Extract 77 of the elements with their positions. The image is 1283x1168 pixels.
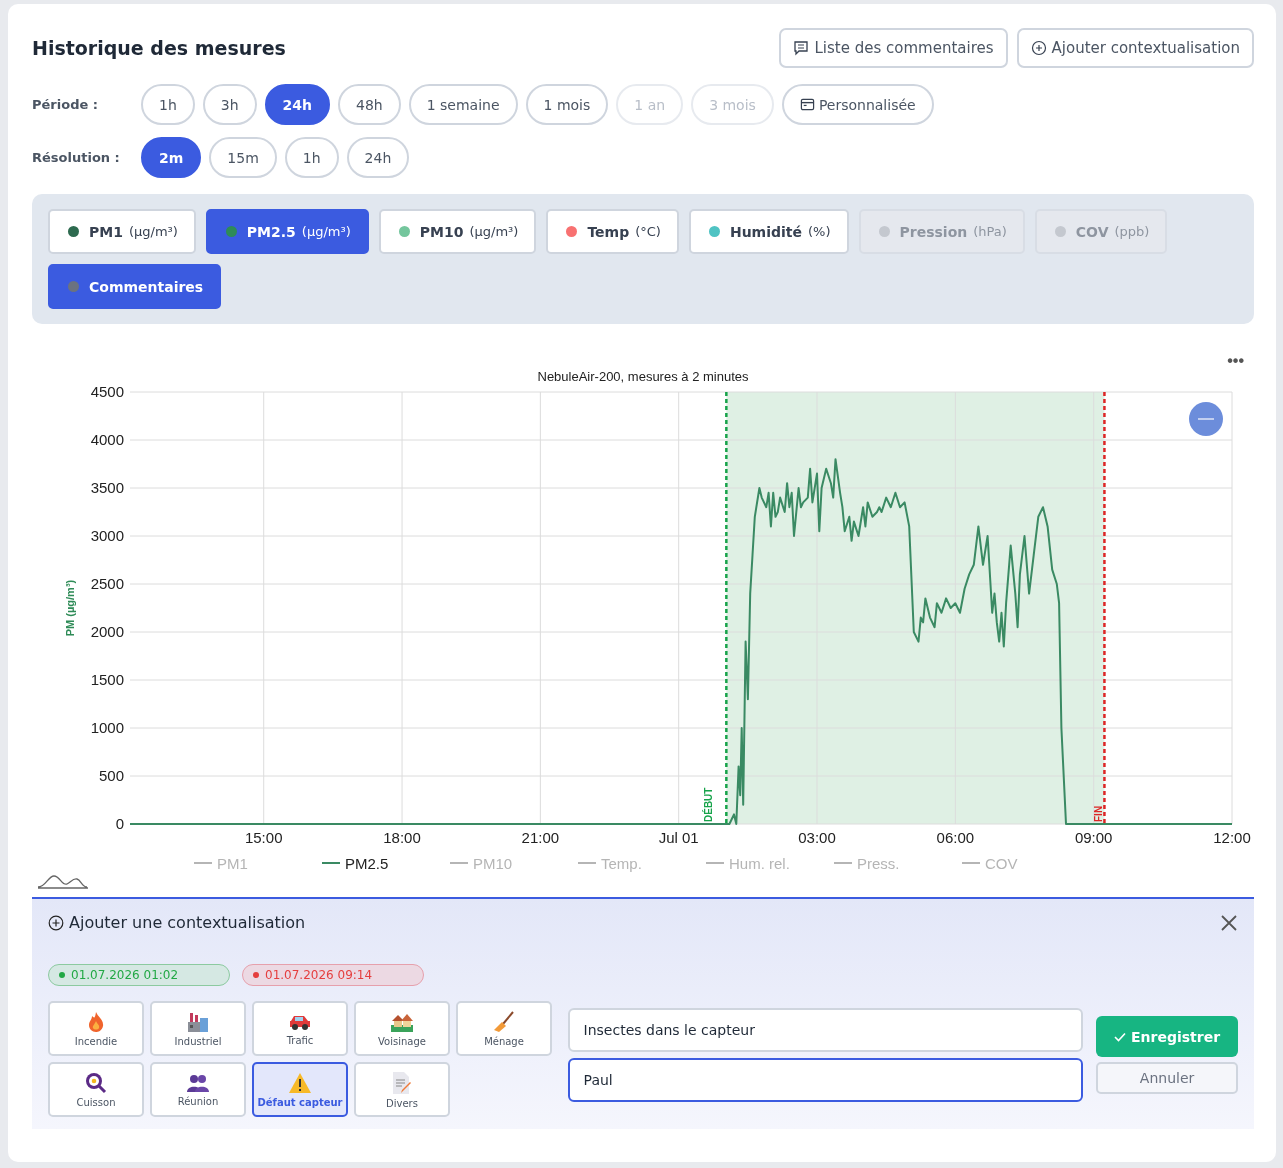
y-tick-label: 4000	[90, 431, 124, 448]
period-label: Période :	[32, 97, 99, 112]
warning-icon	[288, 1071, 312, 1094]
category-button[interactable]: Industriel	[150, 1001, 246, 1056]
frying-pan-icon	[85, 1071, 107, 1094]
chart-type-icon[interactable]	[37, 875, 89, 889]
category-button[interactable]: Réunion	[150, 1062, 246, 1117]
period-option[interactable]: 1h	[141, 84, 195, 125]
category-button[interactable]: Cuisson	[48, 1062, 144, 1117]
x-tick-label: 12:00	[1213, 829, 1251, 846]
period-option[interactable]: 3h	[202, 84, 257, 125]
resolution-option[interactable]: 15m	[209, 137, 277, 178]
period-option[interactable]: 1 semaine	[408, 84, 518, 125]
page-title: Historique des mesures	[32, 37, 286, 59]
category-button[interactable]: Voisinage	[354, 1001, 450, 1056]
factory-icon	[187, 1010, 209, 1033]
resolution-option[interactable]: 24h	[346, 137, 410, 178]
parameter-toggle[interactable]: PM2.5 (µg/m³)	[205, 209, 369, 254]
category-button[interactable]: Défaut capteur	[252, 1062, 348, 1117]
category-button[interactable]: Incendie	[48, 1001, 144, 1056]
comment-icon	[793, 40, 810, 56]
document-icon	[391, 1070, 413, 1095]
y-tick-label: 0	[115, 815, 124, 832]
plus-circle-icon	[48, 914, 64, 931]
header-button[interactable]: Liste des commentaires	[779, 28, 1008, 68]
parameter-toggle[interactable]: PM1 (µg/m³)	[48, 209, 196, 254]
x-tick-label: Jul 01	[658, 829, 699, 846]
category-button[interactable]: Ménage	[456, 1001, 552, 1056]
period-option[interactable]: 1 mois	[525, 84, 609, 125]
check-icon	[1114, 1031, 1126, 1042]
resolution-option[interactable]: 1h	[284, 137, 339, 178]
menu-button[interactable]: •••	[1227, 352, 1244, 369]
y-tick-label: 500	[98, 767, 124, 784]
period-option[interactable]: 48h	[338, 84, 401, 125]
period-option[interactable]: 24h	[264, 84, 330, 125]
y-tick-label: 3500	[90, 479, 124, 496]
x-tick-label: 03:00	[798, 829, 836, 846]
category-button[interactable]: Trafic	[252, 1001, 348, 1056]
x-tick-label: 15:00	[244, 829, 283, 846]
y-tick-label: 4500	[90, 383, 124, 400]
legend-item[interactable]: PM2.5	[321, 855, 389, 872]
calendar-icon	[799, 97, 815, 112]
x-tick-label: 06:00	[936, 829, 975, 846]
date-text: 01.07.2026 01:02	[71, 968, 179, 982]
x-tick-label: 18:00	[383, 829, 421, 846]
parameter-toggle[interactable]: PM10 (µg/m³)	[378, 209, 537, 254]
y-tick-label: 1000	[90, 719, 124, 736]
author-field[interactable]: Paul	[567, 1058, 1084, 1102]
y-tick-label: 1500	[90, 671, 124, 688]
marker-label: DÉBUT	[703, 787, 715, 822]
legend-label: PM2.5	[345, 855, 389, 872]
y-tick-label: 3000	[90, 527, 124, 544]
reset-zoom-button[interactable]	[1189, 402, 1223, 436]
close-icon[interactable]	[1220, 913, 1238, 932]
people-icon	[186, 1072, 210, 1093]
resolution-option[interactable]: 2m	[141, 137, 202, 178]
panel-title: Ajouter une contextualisation	[69, 913, 306, 932]
parameter-toggle[interactable]: Humidité (%)	[688, 209, 849, 254]
period-option[interactable]: Personnalisée	[781, 84, 934, 125]
x-tick-label: 09:00	[1074, 829, 1113, 846]
date-text: 01.07.2026 09:14	[265, 968, 373, 982]
resolution-label: Résolution :	[32, 150, 121, 165]
cancel-button[interactable]: Annuler	[1096, 1062, 1238, 1094]
header-button[interactable]: Ajouter contextualisation	[1016, 28, 1254, 68]
y-axis-label: PM (µg/m³)	[64, 579, 76, 637]
y-tick-label: 2000	[90, 623, 124, 640]
x-tick-label: 21:00	[521, 829, 560, 846]
broom-icon	[493, 1010, 515, 1033]
category-button[interactable]: Divers	[354, 1062, 450, 1117]
chart-title: NebuleAir-200, mesures à 2 minutes	[537, 369, 749, 384]
parameter-toggle[interactable]: Commentaires	[48, 264, 222, 309]
comment-field[interactable]: Insectes dans le capteur	[567, 1008, 1084, 1052]
y-tick-label: 2500	[90, 575, 124, 592]
parameter-toggle[interactable]: Temp (°C)	[546, 209, 679, 254]
plus-circle-icon	[1030, 40, 1047, 56]
flame-icon	[86, 1010, 106, 1033]
marker-label: FIN	[1093, 805, 1105, 822]
